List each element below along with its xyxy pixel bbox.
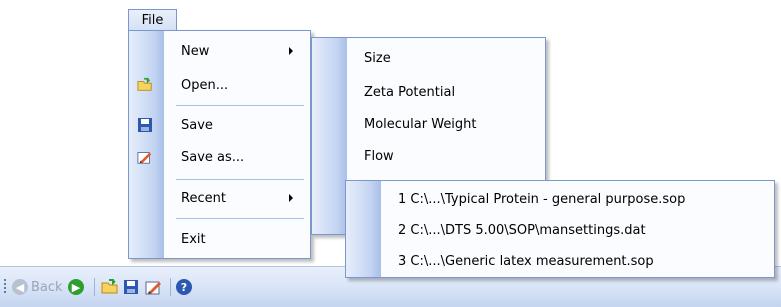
- submenu-arrow-icon: [289, 47, 293, 55]
- toolbar-separator: [94, 278, 95, 296]
- menu-item-exit[interactable]: Exit: [129, 223, 310, 255]
- help-icon: ?: [176, 279, 192, 295]
- menu-item-open[interactable]: Open...: [129, 69, 310, 101]
- menu-item-zeta-potential[interactable]: Zeta Potential: [312, 76, 545, 108]
- back-button-label: Back: [31, 279, 63, 295]
- menu-item-label: Size: [364, 50, 391, 66]
- menu-separator: [176, 105, 304, 106]
- menu-item-recent[interactable]: Recent: [129, 182, 310, 214]
- file-menu-label: File: [141, 13, 164, 28]
- floppy-disk-icon: [137, 117, 153, 133]
- menu-item-label: New: [181, 43, 210, 59]
- open-folder-icon: [101, 279, 118, 294]
- menu-item-label: Flow: [364, 148, 394, 164]
- menu-item-label: 2 C:\...\DTS 5.00\SOP\mansettings.dat: [398, 222, 646, 238]
- save-as-pencil-icon: [137, 149, 153, 165]
- menu-item-save[interactable]: Save: [129, 109, 310, 141]
- save-as-pencil-icon: [145, 281, 161, 295]
- open-folder-icon: [137, 77, 153, 93]
- file-menu: New Open... Save Save as... Recent Exit: [128, 30, 311, 259]
- recent-submenu: 1 C:\...\Typical Protein - general purpo…: [345, 180, 775, 278]
- menu-item-label: Exit: [181, 231, 206, 247]
- menu-separator: [176, 218, 304, 219]
- back-arrow-icon: ◀: [12, 279, 28, 295]
- menu-item-label: Save: [181, 117, 213, 133]
- save-toolbar-button[interactable]: [123, 278, 139, 296]
- menu-item-new[interactable]: New: [129, 35, 310, 67]
- menu-item-size[interactable]: Size: [312, 42, 545, 74]
- forward-button[interactable]: ▶: [68, 278, 84, 296]
- open-toolbar-button[interactable]: [101, 278, 119, 296]
- menu-separator: [176, 179, 304, 180]
- menu-item-label: Open...: [181, 77, 229, 93]
- menu-item-label: Molecular Weight: [364, 116, 477, 132]
- floppy-disk-icon: [124, 280, 138, 294]
- menu-item-molecular-weight[interactable]: Molecular Weight: [312, 108, 545, 140]
- menu-item-label: Save as...: [181, 149, 245, 165]
- save-as-toolbar-button[interactable]: [145, 278, 163, 296]
- toolbar-grip[interactable]: [4, 279, 6, 295]
- menu-item-label: Zeta Potential: [364, 84, 456, 100]
- menu-item-label: 1 C:\...\Typical Protein - general purpo…: [398, 191, 686, 207]
- forward-arrow-icon: ▶: [68, 279, 84, 295]
- toolbar-separator: [170, 278, 171, 296]
- back-button[interactable]: ◀ Back: [12, 278, 63, 296]
- menu-item-label: 3 C:\...\Generic latex measurement.sop: [398, 253, 654, 269]
- menu-item-save-as[interactable]: Save as...: [129, 141, 310, 173]
- file-menu-tab[interactable]: File: [128, 9, 177, 31]
- menu-item-label: Recent: [181, 190, 226, 206]
- recent-file-item[interactable]: 3 C:\...\Generic latex measurement.sop: [346, 245, 774, 277]
- help-button[interactable]: ?: [176, 278, 192, 296]
- recent-file-item[interactable]: 2 C:\...\DTS 5.00\SOP\mansettings.dat: [346, 214, 774, 246]
- submenu-arrow-icon: [289, 194, 293, 202]
- menu-item-flow[interactable]: Flow: [312, 140, 545, 172]
- recent-file-item[interactable]: 1 C:\...\Typical Protein - general purpo…: [346, 183, 774, 215]
